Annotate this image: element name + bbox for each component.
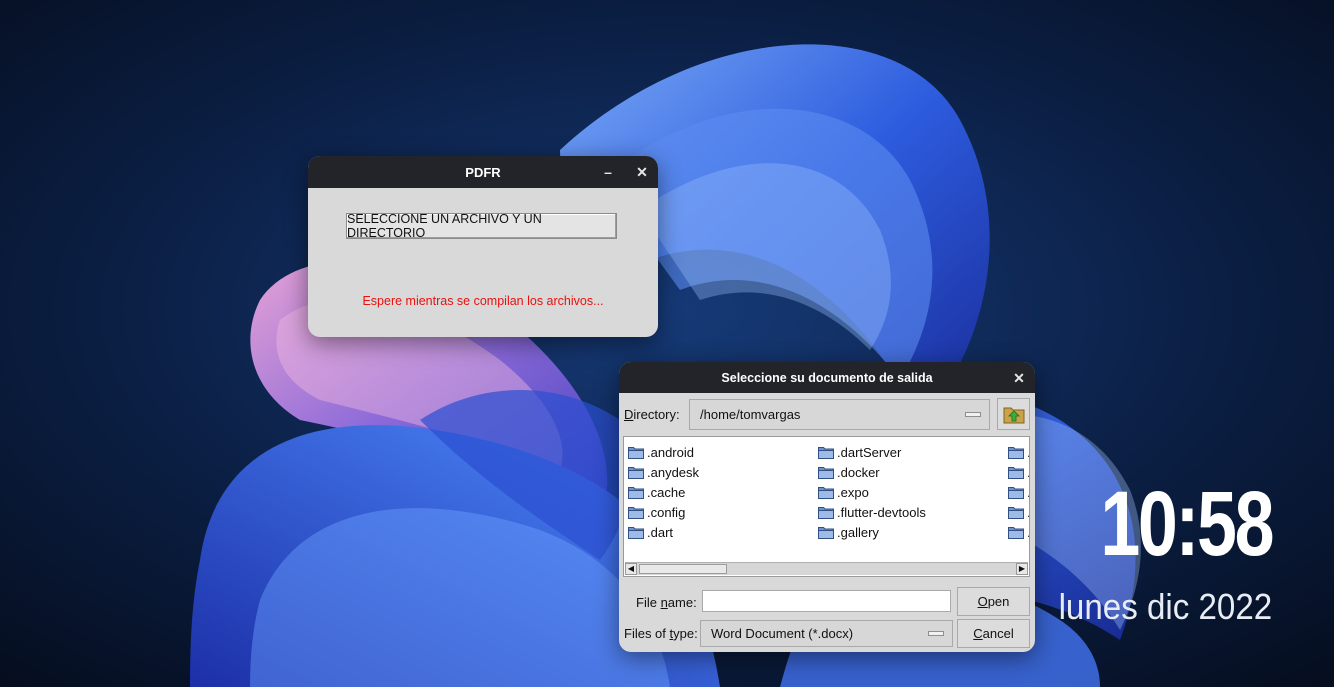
folder-icon (628, 466, 644, 479)
minimize-button[interactable]: – (598, 162, 618, 182)
folder-icon (818, 466, 834, 479)
compile-status-text: Espere mientras se compilan los archivos… (362, 294, 604, 308)
folder-icon (1008, 466, 1024, 479)
clock-date: lunes dic 2022 (1058, 586, 1272, 627)
folder-icon (818, 526, 834, 539)
folder-icon (1008, 506, 1024, 519)
folder-list-item[interactable]: .expo (818, 482, 926, 502)
folder-icon (628, 526, 644, 539)
folder-list-item[interactable]: .dartServer (818, 442, 926, 462)
folder-list-item[interactable]: . (1008, 482, 1029, 502)
folder-name: . (1027, 465, 1029, 480)
select-file-and-directory-button[interactable]: SELECCIONE UN ARCHIVO Y UN DIRECTORIO (346, 212, 617, 240)
dialog-titlebar[interactable]: Seleccione su documento de salida ✕ (619, 362, 1035, 393)
folder-name: .flutter-devtools (837, 504, 926, 520)
folder-name: .expo (837, 484, 869, 500)
files-of-type-value: Word Document (*.docx) (711, 626, 854, 641)
folder-list-item[interactable]: . (1008, 462, 1029, 482)
dropdown-indicator-icon (965, 411, 981, 417)
file-name-label: File name: (636, 595, 697, 610)
folder-list-item[interactable]: . (1008, 502, 1029, 522)
folder-name: .cache (647, 484, 686, 500)
horizontal-scrollbar[interactable]: ◀ ▶ (625, 562, 1028, 575)
folder-list-item[interactable]: .anydesk (628, 462, 699, 482)
folder-list-item[interactable]: .dart (628, 522, 699, 542)
folder-list-item[interactable]: . (1008, 442, 1029, 462)
dialog-title: Seleccione su documento de salida (721, 370, 933, 385)
folder-name: .dart (647, 524, 674, 540)
folder-list-item[interactable]: .config (628, 502, 699, 522)
files-of-type-combobox[interactable]: Word Document (*.docx) (700, 620, 953, 647)
file-list-column: ..... (1008, 442, 1029, 542)
folder-list-item[interactable]: . (1008, 522, 1029, 542)
folder-name: .android (647, 444, 694, 460)
file-list-column: .android .anydesk .cache .config .dart (628, 442, 699, 542)
close-icon[interactable]: ✕ (1009, 368, 1029, 388)
directory-value: /home/tomvargas (700, 407, 801, 422)
folder-list-item[interactable]: .android (628, 442, 699, 462)
folder-list-item[interactable]: .cache (628, 482, 699, 502)
scrollbar-thumb[interactable] (639, 564, 727, 574)
folder-name: .anydesk (647, 464, 700, 480)
files-of-type-label: Files of type: (624, 626, 698, 641)
parent-directory-button[interactable] (997, 398, 1030, 430)
directory-combobox[interactable]: /home/tomvargas (689, 399, 990, 430)
folder-icon (628, 446, 644, 459)
folder-name: .docker (837, 464, 880, 480)
folder-icon (628, 486, 644, 499)
pdfr-window-title: PDFR (465, 164, 501, 180)
cancel-button[interactable]: Cancel (957, 619, 1030, 648)
folder-icon (818, 486, 834, 499)
folder-list-item[interactable]: .flutter-devtools (818, 502, 926, 522)
folder-name: . (1027, 485, 1029, 500)
folder-name: . (1027, 505, 1029, 520)
open-button[interactable]: Open (957, 587, 1030, 616)
file-list-column: .dartServer .docker .expo .flutter-devtools… (818, 442, 926, 542)
folder-list-item[interactable]: .gallery (818, 522, 926, 542)
close-icon[interactable]: ✕ (632, 162, 652, 182)
folder-name: .config (647, 504, 686, 520)
folder-name: . (1027, 525, 1029, 540)
folder-icon (818, 446, 834, 459)
file-save-dialog: Seleccione su documento de salida ✕ Dire… (619, 362, 1035, 652)
desktop-clock: 10:58 lunes dic 2022 (1040, 473, 1274, 628)
folder-name: .dartServer (837, 444, 902, 460)
folder-icon (1008, 446, 1024, 459)
directory-label: Directory: (624, 407, 680, 422)
file-list[interactable]: .android .anydesk .cache .config .dart .dart… (623, 436, 1030, 577)
pdfr-titlebar[interactable]: PDFR – ✕ (308, 156, 658, 188)
scroll-left-icon[interactable]: ◀ (625, 563, 637, 575)
folder-icon (1008, 486, 1024, 499)
folder-icon (818, 506, 834, 519)
folder-up-icon (1003, 407, 1024, 424)
dropdown-indicator-icon (928, 630, 944, 636)
clock-time: 10:58 (1100, 473, 1274, 575)
folder-name: . (1027, 445, 1029, 460)
folder-list-item[interactable]: .docker (818, 462, 926, 482)
folder-name: .gallery (837, 524, 879, 540)
folder-icon (628, 506, 644, 519)
folder-icon (1008, 526, 1024, 539)
pdfr-window: PDFR – ✕ SELECCIONE UN ARCHIVO Y UN DIRE… (308, 156, 658, 337)
scroll-right-icon[interactable]: ▶ (1016, 563, 1028, 575)
file-name-input[interactable] (702, 590, 951, 612)
